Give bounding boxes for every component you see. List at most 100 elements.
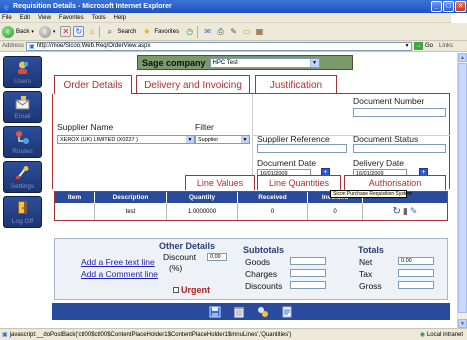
edit-icon[interactable]: ✎ (228, 26, 239, 37)
scroll-down-icon[interactable]: ▼ (458, 319, 467, 328)
filter-select[interactable]: Supplier ▼ (195, 135, 250, 144)
menu-tools[interactable]: Tools (92, 15, 106, 21)
close-button[interactable]: ✕ (455, 1, 466, 12)
toolbar-separator (99, 25, 101, 38)
tax-input[interactable] (398, 269, 434, 277)
window-titlebar: e Requisition Details - Microsoft Intern… (0, 0, 467, 13)
table-row[interactable]: test 1.0000000 0 0 ↻ ▮ ✎ (55, 203, 447, 220)
tab-justification[interactable]: Justification (255, 75, 337, 94)
menu-edit[interactable]: Edit (20, 15, 30, 21)
filter-label: Filter (195, 122, 214, 132)
chevron-down-icon: ▼ (309, 58, 319, 67)
discount-input[interactable]: 0.00 (207, 253, 227, 261)
supplier-name-label: Supplier Name (57, 122, 114, 132)
document-status-input[interactable] (353, 144, 446, 153)
address-input[interactable]: ▣ http://moe/Sicon.Web.Req/OrderView.asp… (26, 41, 413, 51)
urgent-checkbox[interactable]: Urgent (173, 285, 210, 295)
favorites-button[interactable]: ★ Favorites (141, 26, 179, 37)
gross-input[interactable] (398, 281, 434, 289)
edit-line-icon[interactable]: ✎ (410, 206, 418, 217)
sidebar-item-routes[interactable]: Routes (3, 126, 42, 158)
col-description[interactable]: Description (95, 192, 167, 203)
menu-favorites[interactable]: Favorites (59, 15, 84, 21)
delivery-date-label: Delivery Date (353, 158, 405, 168)
search-button[interactable]: ⌕ Search (104, 26, 137, 37)
charges-input[interactable] (290, 269, 326, 277)
action-bar (52, 303, 450, 320)
maximize-button[interactable]: □ (443, 1, 454, 12)
add-free-text-line-link[interactable]: Add a Free text line (81, 257, 155, 267)
cell-quantity: 1.0000000 (167, 203, 238, 220)
tab-authorisation[interactable]: Authorisation (344, 175, 446, 190)
email-icon (15, 95, 30, 110)
address-url: http://moe/Sicon.Web.Req/OrderView.aspx (36, 43, 151, 49)
sidebar-item-email[interactable]: Email (3, 91, 42, 123)
supplier-reference-input[interactable] (257, 144, 347, 153)
document-number-input[interactable] (353, 108, 446, 117)
chevron-down-icon[interactable]: ▼ (403, 43, 411, 50)
folder-icon[interactable]: ▭ (241, 26, 252, 37)
window-title: Requisition Details - Microsoft Internet… (13, 3, 172, 10)
goods-input[interactable] (290, 257, 326, 265)
tab-order-details[interactable]: Order Details (54, 75, 132, 94)
print-icon[interactable]: ⎙ (215, 26, 226, 37)
net-input[interactable]: 0.00 (398, 257, 434, 265)
sidebar-item-log-off[interactable]: Log Off (3, 196, 42, 228)
submit-icon[interactable] (256, 305, 270, 318)
delete-line-icon[interactable]: ▮ (403, 206, 408, 217)
add-comment-line-link[interactable]: Add a Comment line (81, 269, 158, 279)
sidebar-item-settings[interactable]: Settings (3, 161, 42, 193)
print-document-icon[interactable] (280, 305, 294, 318)
status-text: javascript:__doPostBack('ctl00$ctl00$Con… (9, 331, 292, 338)
settings-icon (15, 165, 30, 180)
home-icon[interactable]: ⌂ (86, 26, 97, 37)
scrollbar-thumb[interactable] (458, 63, 467, 313)
mail-icon[interactable]: ✉ (202, 26, 213, 37)
tab-line-values[interactable]: Line Values (185, 175, 255, 190)
stop-icon[interactable]: ✕ (60, 26, 72, 37)
sage-company-bar: Sage company HPC Test ▼ (137, 55, 353, 70)
page-content: Users Email Routes Settings Log Off Sage… (0, 53, 457, 328)
discounts-input[interactable] (290, 281, 326, 289)
menu-view[interactable]: View (38, 15, 51, 21)
col-received[interactable]: Received (238, 192, 308, 203)
back-button[interactable]: ‹ Back ▾ (2, 25, 34, 38)
page-icon: ▣ (2, 332, 8, 338)
discounts-label: Discounts (245, 281, 283, 291)
forward-button[interactable]: › ▾ (38, 25, 55, 38)
sage-company-label: Sage company (142, 57, 206, 68)
go-arrow-icon: → (414, 42, 424, 50)
document-number-label: Document Number (353, 96, 425, 106)
research-icon[interactable]: ▦ (254, 26, 265, 37)
history-icon[interactable]: ◷ (184, 26, 195, 37)
supplier-name-select[interactable]: XEROX (UK) LIMITED (X0227 ) ▼ (57, 135, 195, 144)
minimize-button[interactable]: _ (431, 1, 442, 12)
refresh-line-icon[interactable]: ↻ (393, 206, 401, 217)
sidebar-item-users[interactable]: Users (3, 56, 42, 88)
menu-file[interactable]: File (2, 15, 12, 21)
back-label: Back (16, 28, 30, 35)
scroll-up-icon[interactable]: ▲ (458, 53, 467, 62)
vertical-scrollbar[interactable]: ▲ ▼ (457, 53, 467, 328)
net-label: Net (359, 257, 373, 267)
sidebar-item-label: Email (14, 113, 31, 120)
delete-document-icon[interactable] (232, 305, 246, 318)
go-label: Go (425, 43, 434, 49)
toolbar-separator (197, 25, 199, 38)
col-item[interactable]: Item (55, 192, 95, 203)
links-label[interactable]: Links (439, 43, 453, 49)
address-bar: Address ▣ http://moe/Sicon.Web.Req/Order… (0, 41, 467, 52)
tab-line-quantities[interactable]: Line Quantities (257, 175, 341, 190)
security-zone-label: Local intranet (426, 331, 463, 338)
urgent-label: Urgent (181, 285, 210, 295)
save-icon[interactable] (208, 305, 222, 318)
go-button[interactable]: → Go (414, 42, 433, 50)
goods-label: Goods (245, 257, 271, 267)
refresh-icon[interactable]: ↻ (73, 26, 85, 37)
tab-delivery-and-invoicing[interactable]: Delivery and Invoicing (136, 75, 250, 94)
col-quantity[interactable]: Quantity (167, 192, 238, 203)
sidebar-item-label: Settings (10, 183, 35, 190)
menu-help[interactable]: Help (114, 15, 126, 21)
cell-description: test (95, 203, 167, 220)
sage-company-select[interactable]: HPC Test ▼ (209, 57, 320, 68)
